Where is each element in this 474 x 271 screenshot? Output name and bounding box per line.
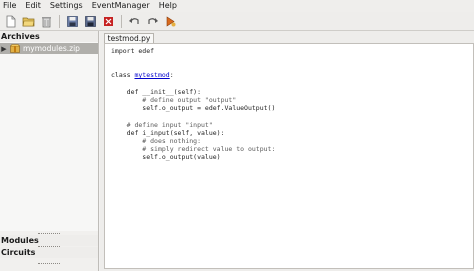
code-line: self.o_output(value) <box>111 153 221 161</box>
new-file-icon[interactable] <box>4 15 17 28</box>
expand-arrow-icon[interactable]: ▶ <box>0 45 8 53</box>
toolbar <box>0 12 474 31</box>
menu-bar: File Edit Settings EventManager Help <box>0 0 474 12</box>
sidebar: Archives ▶ mymodules.zip Modules Circuit… <box>0 31 99 271</box>
code-editor[interactable]: import edef class mytestmod: def __init_… <box>104 43 474 269</box>
open-folder-icon[interactable] <box>22 15 35 28</box>
toolbar-separator <box>121 14 122 28</box>
code-comment: # does nothing: <box>111 137 202 145</box>
code-comment: # define input "input" <box>111 121 213 129</box>
code-line: class mytestmod: <box>111 71 174 79</box>
modules-header[interactable]: Modules <box>0 235 98 246</box>
code-line: def __init__(self): <box>111 88 202 96</box>
code-comment: # define output "output" <box>111 96 237 104</box>
menu-file[interactable]: File <box>3 0 16 12</box>
run-icon[interactable] <box>164 15 177 28</box>
menu-edit[interactable]: Edit <box>25 0 41 12</box>
redo-icon[interactable] <box>146 15 159 28</box>
close-icon[interactable] <box>102 15 115 28</box>
code-line: self.o_output = edef.ValueOutput() <box>111 104 276 112</box>
save-as-icon[interactable] <box>84 15 97 28</box>
editor-area: testmod.py import edef class mytestmod: … <box>100 31 474 271</box>
menu-eventmanager[interactable]: EventManager <box>92 0 150 12</box>
pane-resize-grip[interactable] <box>38 263 60 265</box>
archive-item-label: mymodules.zip <box>23 44 80 53</box>
code-line: def i_input(self, value): <box>111 129 225 137</box>
code-line: import edef <box>111 47 155 55</box>
toolbar-separator <box>59 14 60 28</box>
undo-icon[interactable] <box>128 15 141 28</box>
menu-help[interactable]: Help <box>159 0 177 12</box>
archives-header: Archives <box>0 31 98 42</box>
menu-settings[interactable]: Settings <box>50 0 83 12</box>
trash-icon[interactable] <box>40 15 53 28</box>
archives-list[interactable]: ▶ mymodules.zip <box>0 42 98 231</box>
archive-item[interactable]: ▶ mymodules.zip <box>0 43 98 54</box>
archive-package-icon <box>10 44 20 53</box>
code-comment: # simply redirect value to output: <box>111 145 276 153</box>
class-name: mytestmod <box>134 71 170 79</box>
circuits-header[interactable]: Circuits <box>0 247 98 258</box>
save-icon[interactable] <box>66 15 79 28</box>
